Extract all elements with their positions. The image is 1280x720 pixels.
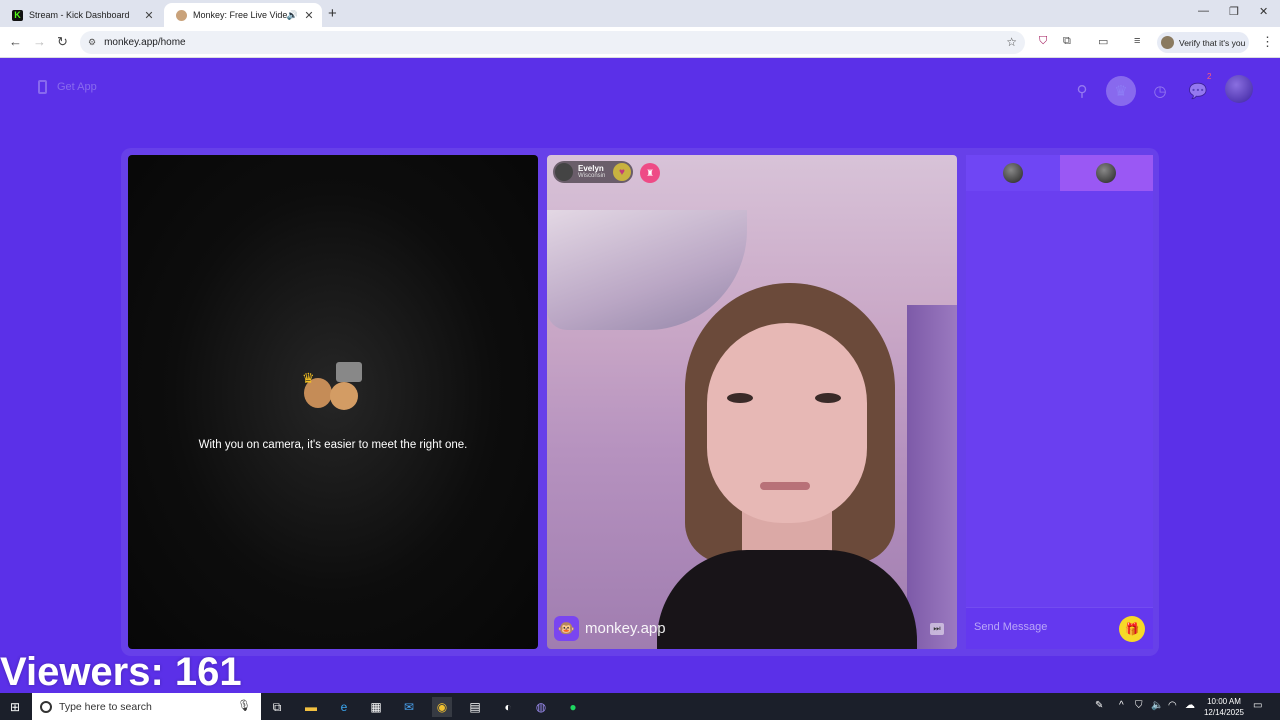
camera-prompt-text: With you on camera, it's easier to meet … <box>198 439 468 451</box>
history-clock-icon[interactable]: ◷ <box>1145 76 1175 106</box>
phone-icon <box>38 80 47 94</box>
chat-tab-2[interactable] <box>1059 155 1153 191</box>
taskbar-search-placeholder: Type here to search <box>59 700 152 713</box>
taskbar-search[interactable]: Type here to search 🎙 <box>32 693 261 720</box>
get-app-label: Get App <box>57 81 97 93</box>
person-mouth <box>760 482 810 490</box>
tab-monkey[interactable]: Monkey: Free Live Video Ch 🔊 ✕ <box>164 3 322 27</box>
user-avatar[interactable] <box>1225 75 1253 103</box>
edge-icon[interactable]: e <box>334 697 354 717</box>
chat-panel: Send Message 🎁 <box>966 155 1153 649</box>
remote-user-location: Wisconsin <box>578 173 606 179</box>
verify-label: Verify that it's you <box>1179 37 1246 48</box>
minimize-icon[interactable]: — <box>1198 5 1209 17</box>
tab-search-icon[interactable]: ▭ <box>1098 35 1108 48</box>
curtain-background <box>907 305 957 649</box>
notification-badge: 2 <box>1207 72 1212 81</box>
gift-icon[interactable]: ♜ <box>640 163 660 183</box>
skip-icon[interactable]: ⏭ <box>930 623 944 635</box>
defender-icon[interactable]: ⛉ <box>1135 700 1143 711</box>
person-eye <box>727 393 753 403</box>
tab-kick-dashboard[interactable]: K Stream - Kick Dashboard ✕ <box>0 3 162 27</box>
spotify-icon[interactable]: ● <box>563 697 583 717</box>
chat-tab-1[interactable] <box>966 155 1060 191</box>
discord-icon[interactable]: ◍ <box>531 697 551 717</box>
verify-profile-button[interactable]: Verify that it's you <box>1157 32 1249 53</box>
windows-start-icon[interactable]: ⊞ <box>10 700 20 714</box>
monkey-camera-illustration: ♛ <box>300 362 366 418</box>
pen-icon[interactable]: ✎ <box>1095 700 1103 711</box>
local-camera-panel: ♛ With you on camera, it's easier to mee… <box>128 155 538 649</box>
file-explorer-icon[interactable]: ▬ <box>301 697 321 717</box>
crown-icon[interactable]: ♛ <box>1106 76 1136 106</box>
microphone-icon[interactable]: 🎙 <box>237 699 251 712</box>
tray-chevron-icon[interactable]: ^ <box>1119 700 1124 711</box>
chat-tabs <box>966 155 1153 191</box>
brand-label: monkey.app <box>585 620 666 637</box>
search-icon[interactable]: ⚲ <box>1067 76 1097 106</box>
monkey-favicon-icon <box>176 9 187 21</box>
remote-user-avatar <box>555 163 573 181</box>
task-view-icon[interactable]: ⧉ <box>267 697 287 717</box>
app-icon[interactable]: ▤ <box>465 697 485 717</box>
gift-send-button[interactable]: 🎁 <box>1119 616 1145 642</box>
camera-icon <box>336 362 362 382</box>
chrome-icon[interactable]: ◉ <box>432 697 452 717</box>
extensions-icon[interactable]: ⧉ <box>1063 35 1071 48</box>
monkey-icon <box>330 382 358 410</box>
address-bar[interactable]: ⚙ monkey.app/home ☆ <box>80 31 1025 54</box>
forward-icon[interactable]: → <box>33 34 46 49</box>
monkey-logo-icon: 🐵 <box>554 616 579 641</box>
close-tab-icon[interactable]: ✕ <box>302 9 316 22</box>
brand-watermark: 🐵 monkey.app <box>554 616 666 641</box>
tab-title: Monkey: Free Live Video Ch <box>193 10 287 20</box>
obs-icon[interactable]: ◐ <box>498 697 518 717</box>
url-text: monkey.app/home <box>104 37 186 48</box>
menu-kebab-icon[interactable]: ⋮ <box>1261 34 1274 50</box>
get-app-button[interactable]: Get App <box>38 80 97 94</box>
browser-tab-strip: K Stream - Kick Dashboard ✕ Monkey: Free… <box>0 0 1280 27</box>
person-face <box>707 323 867 523</box>
browser-toolbar: ← → ↻ ⚙ monkey.app/home ☆ ⛉ ⧉ ▭ ≡ Verify… <box>0 27 1280 58</box>
viewers-count-overlay: Viewers: 161 <box>0 650 242 694</box>
chat-input-bar: Send Message 🎁 <box>966 607 1153 649</box>
remote-user-pill[interactable]: Evelyn Wisconsin ♥ <box>553 161 633 183</box>
chat-tab-avatar <box>1002 163 1023 183</box>
close-window-icon[interactable]: ✕ <box>1259 5 1268 18</box>
reload-icon[interactable]: ↻ <box>57 34 68 50</box>
tab-title: Stream - Kick Dashboard <box>29 10 130 20</box>
close-tab-icon[interactable]: ✕ <box>142 9 156 22</box>
store-icon[interactable]: ▦ <box>366 697 386 717</box>
heart-icon[interactable]: ♥ <box>613 163 631 181</box>
clock-time: 10:00 AM <box>1207 697 1241 706</box>
send-message-input[interactable]: Send Message <box>974 621 1047 633</box>
site-info-icon[interactable]: ⚙ <box>88 37 96 48</box>
taskbar-clock[interactable]: 10:00 AM 12/14/2025 <box>1198 696 1250 718</box>
reading-list-icon[interactable]: ≡ <box>1134 35 1140 47</box>
crown-icon: ♛ <box>302 370 315 386</box>
speaker-icon[interactable]: 🔊 <box>287 10 298 21</box>
notifications-icon[interactable]: ▭ <box>1253 700 1262 711</box>
clock-date: 12/14/2025 <box>1203 708 1245 717</box>
kick-favicon-icon: K <box>12 9 23 21</box>
person-shirt <box>657 550 917 649</box>
remote-video-panel <box>547 155 957 649</box>
new-tab-icon[interactable]: + <box>328 5 337 22</box>
chat-tab-avatar <box>1096 163 1117 183</box>
remote-user-info: Evelyn Wisconsin <box>578 164 605 180</box>
remote-user-name: Evelyn <box>578 164 604 173</box>
volume-icon[interactable]: 🔈 <box>1151 700 1163 711</box>
monkey-page: Get App ⚲ ♛ ◷ 💬 2 ♛ With you on camera, … <box>0 58 1280 693</box>
windows-taskbar: ⊞ Type here to search 🎙 ⧉ ▬ e ▦ ✉ ◉ ▤ ◐ … <box>0 693 1280 720</box>
network-icon[interactable]: ◠ <box>1168 700 1177 711</box>
mail-icon[interactable]: ✉ <box>399 697 419 717</box>
shield-extension-icon[interactable]: ⛉ <box>1039 35 1047 48</box>
onedrive-icon[interactable]: ☁ <box>1185 700 1195 711</box>
bookmark-star-icon[interactable]: ☆ <box>1006 35 1017 49</box>
restore-icon[interactable]: ❐ <box>1229 5 1239 18</box>
back-icon[interactable]: ← <box>9 34 22 49</box>
person-eye <box>815 393 841 403</box>
profile-avatar <box>1161 36 1174 49</box>
cortana-icon <box>40 700 52 713</box>
